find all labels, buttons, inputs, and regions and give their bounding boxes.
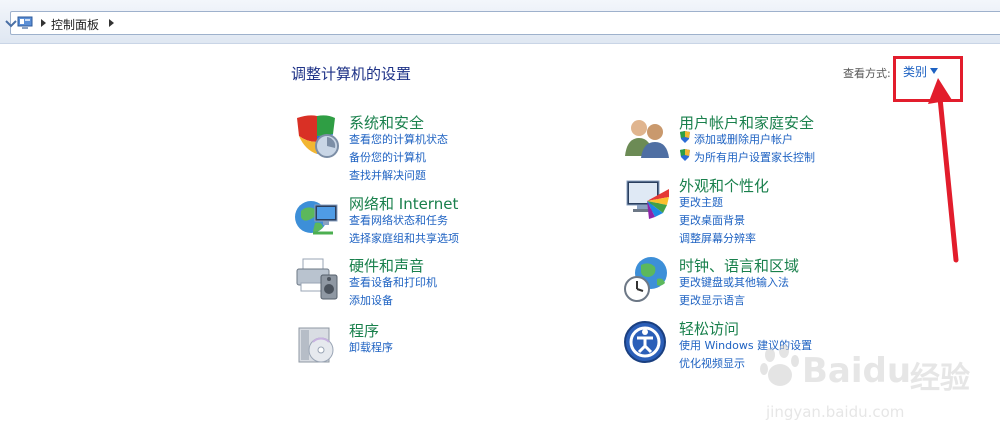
chevron-down-icon[interactable] [5, 17, 17, 29]
watermark-brand-cn: 经验 [910, 361, 970, 396]
category-title[interactable]: 轻松访问 [679, 318, 739, 339]
globe-clock-icon [624, 257, 667, 302]
view-by-label: 查看方式: [843, 67, 891, 80]
link-change-theme[interactable]: 更改主题 [679, 194, 723, 210]
link-backup[interactable]: 备份您的计算机 [349, 149, 426, 165]
control-panel-window: 控制面板 调整计算机的设置 查看方式: 类别 系统和安全 查看您的计算机状态 备… [0, 0, 1000, 447]
category-title[interactable]: 硬件和声音 [349, 255, 424, 276]
paw-icon [760, 345, 799, 386]
link-devices-printers[interactable]: 查看设备和打印机 [349, 274, 437, 290]
category-title[interactable]: 网络和 Internet [349, 193, 458, 214]
breadcrumb-arrow-icon[interactable] [107, 19, 115, 27]
programs-icon [298, 327, 334, 363]
category-title[interactable]: 用户帐户和家庭安全 [679, 112, 814, 133]
page-title: 调整计算机的设置 [291, 65, 412, 83]
category-title[interactable]: 外观和个性化 [679, 175, 769, 196]
ease-of-access-icon [624, 321, 666, 363]
category-title[interactable]: 系统和安全 [349, 112, 424, 133]
users-icon [625, 120, 669, 158]
address-bar: 控制面板 [0, 0, 1000, 44]
control-panel-icon [17, 16, 33, 29]
link-homegroup[interactable]: 选择家庭组和共享选项 [349, 230, 459, 246]
network-icon [295, 201, 338, 235]
baidu-watermark: Baidu 经验 jingyan.baidu.com [760, 345, 990, 435]
link-add-remove-accounts[interactable]: 添加或删除用户帐户 [694, 131, 793, 147]
breadcrumb-control-panel[interactable]: 控制面板 [51, 16, 99, 33]
red-arrow-annotation [928, 78, 959, 263]
category-title[interactable]: 程序 [349, 320, 379, 341]
link-display-language[interactable]: 更改显示语言 [679, 292, 745, 308]
link-optimize-display[interactable]: 优化视频显示 [679, 355, 745, 371]
link-parental-controls[interactable]: 为所有用户设置家长控制 [694, 149, 815, 165]
watermark-url: jingyan.baidu.com [766, 403, 905, 421]
link-add-device[interactable]: 添加设备 [349, 292, 393, 308]
link-keyboard-input[interactable]: 更改键盘或其他输入法 [679, 274, 789, 290]
link-uninstall[interactable]: 卸载程序 [349, 339, 393, 355]
breadcrumb-arrow-icon[interactable] [39, 19, 47, 27]
link-screen-resolution[interactable]: 调整屏幕分辨率 [679, 230, 756, 246]
printer-icon [296, 258, 338, 300]
link-desktop-background[interactable]: 更改桌面背景 [679, 212, 745, 228]
address-field[interactable]: 控制面板 [5, 11, 1000, 35]
link-network-status[interactable]: 查看网络状态和任务 [349, 212, 448, 228]
monitor-palette-icon [626, 180, 669, 219]
category-title[interactable]: 时钟、语言和区域 [679, 255, 799, 276]
watermark-brand: Baidu [802, 351, 912, 391]
uac-shield-icon [680, 149, 690, 161]
link-troubleshoot[interactable]: 查找并解决问题 [349, 167, 426, 183]
uac-shield-icon [680, 131, 690, 143]
shield-icon [297, 115, 339, 158]
link-view-status[interactable]: 查看您的计算机状态 [349, 131, 448, 147]
